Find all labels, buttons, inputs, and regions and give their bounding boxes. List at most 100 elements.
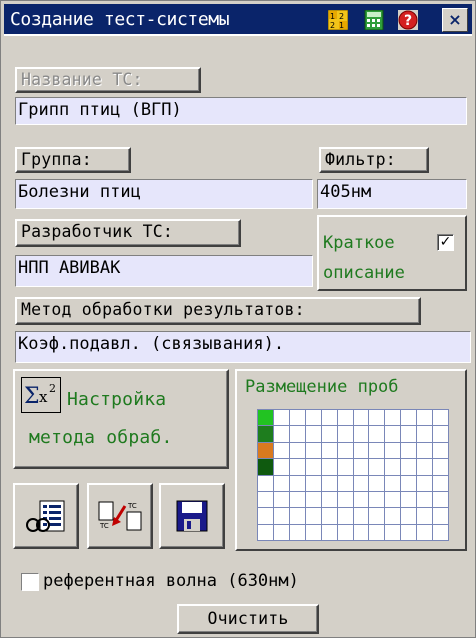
plate-cell[interactable] [321,475,338,492]
title-bar[interactable]: Создание тест-системы 1 2 2 1 ? × [4,4,472,36]
plate-cell[interactable] [258,508,274,525]
plate-cell[interactable] [417,524,434,541]
close-icon[interactable]: × [442,8,468,32]
plate-cell[interactable] [337,410,354,427]
plate-cell[interactable] [273,524,290,541]
plate-cell[interactable] [289,508,306,525]
plate-cell[interactable] [258,442,274,460]
numbers-icon[interactable]: 1 2 2 1 [327,9,349,31]
plate-cell[interactable] [369,426,386,443]
plate-cell[interactable] [369,442,386,460]
plate-cell[interactable] [321,491,338,509]
plate-cell[interactable] [433,442,449,460]
plate-cell[interactable] [289,459,306,476]
plate-cell[interactable] [337,426,354,443]
plate-cell[interactable] [289,442,306,460]
plate-cell[interactable] [273,426,290,443]
plate-grid[interactable] [257,409,449,541]
plate-cell[interactable] [401,524,418,541]
plate-cell[interactable] [305,426,322,443]
plate-cell[interactable] [433,410,449,427]
plate-cell[interactable] [273,508,290,525]
plate-cell[interactable] [289,524,306,541]
copy-to-tc-button[interactable]: TC TC [87,483,153,549]
plate-cell[interactable] [385,475,402,492]
plate-cell[interactable] [369,524,386,541]
plate-cell[interactable] [305,491,322,509]
plate-cell[interactable] [337,508,354,525]
plate-cell[interactable] [401,410,418,427]
plate-cell[interactable] [305,508,322,525]
method-settings-button[interactable]: Σ x 2 Настройка метода обраб. [13,369,229,469]
save-button[interactable] [159,483,225,549]
developer-button[interactable]: Разработчик ТС: [15,219,241,247]
plate-cell[interactable] [258,459,274,476]
plate-cell[interactable] [369,508,386,525]
plate-cell[interactable] [385,524,402,541]
plate-cell[interactable] [305,524,322,541]
reference-wave-checkbox[interactable] [21,573,39,591]
plate-cell[interactable] [273,459,290,476]
plate-cell[interactable] [385,491,402,509]
plate-cell[interactable] [433,459,449,476]
clear-button[interactable]: Очистить [177,604,319,634]
plate-cell[interactable] [305,475,322,492]
plate-cell[interactable] [321,442,338,460]
plate-cell[interactable] [401,475,418,492]
plate-cell[interactable] [353,426,370,443]
plate-cell[interactable] [385,459,402,476]
plate-cell[interactable] [273,491,290,509]
plate-cell[interactable] [321,410,338,427]
plate-cell[interactable] [417,426,434,443]
plate-cell[interactable] [258,426,274,443]
plate-cell[interactable] [401,442,418,460]
plate-cell[interactable] [385,410,402,427]
report-button[interactable] [13,483,79,549]
plate-cell[interactable] [258,475,274,492]
plate-cell[interactable] [369,410,386,427]
plate-cell[interactable] [369,459,386,476]
group-button[interactable]: Группа: [15,147,131,173]
plate-cell[interactable] [305,442,322,460]
plate-cell[interactable] [433,524,449,541]
plate-cell[interactable] [337,459,354,476]
plate-cell[interactable] [289,426,306,443]
plate-cell[interactable] [417,491,434,509]
plate-cell[interactable] [369,491,386,509]
short-description-checkbox[interactable]: ✓ [437,234,454,251]
plate-cell[interactable] [401,426,418,443]
plate-cell[interactable] [353,491,370,509]
plate-cell[interactable] [337,491,354,509]
plate-cell[interactable] [417,459,434,476]
plate-cell[interactable] [417,410,434,427]
plate-cell[interactable] [417,508,434,525]
plate-cell[interactable] [369,475,386,492]
plate-cell[interactable] [258,410,274,427]
plate-cell[interactable] [401,508,418,525]
plate-cell[interactable] [321,524,338,541]
plate-cell[interactable] [273,410,290,427]
help-icon[interactable]: ? [398,10,418,30]
plate-cell[interactable] [258,491,274,509]
plate-cell[interactable] [353,508,370,525]
plate-cell[interactable] [385,508,402,525]
plate-cell[interactable] [385,426,402,443]
plate-cell[interactable] [289,475,306,492]
plate-cell[interactable] [353,475,370,492]
plate-cell[interactable] [273,475,290,492]
plate-cell[interactable] [433,491,449,509]
plate-cell[interactable] [401,491,418,509]
plate-cell[interactable] [337,442,354,460]
plate-cell[interactable] [321,426,338,443]
plate-cell[interactable] [417,442,434,460]
plate-cell[interactable] [321,459,338,476]
plate-cell[interactable] [321,508,338,525]
plate-cell[interactable] [273,442,290,460]
plate-cell[interactable] [305,459,322,476]
method-button[interactable]: Метод обработки результатов: [15,297,421,325]
plate-cell[interactable] [433,508,449,525]
plate-cell[interactable] [433,426,449,443]
plate-cell[interactable] [353,459,370,476]
plate-cell[interactable] [337,475,354,492]
plate-cell[interactable] [289,491,306,509]
